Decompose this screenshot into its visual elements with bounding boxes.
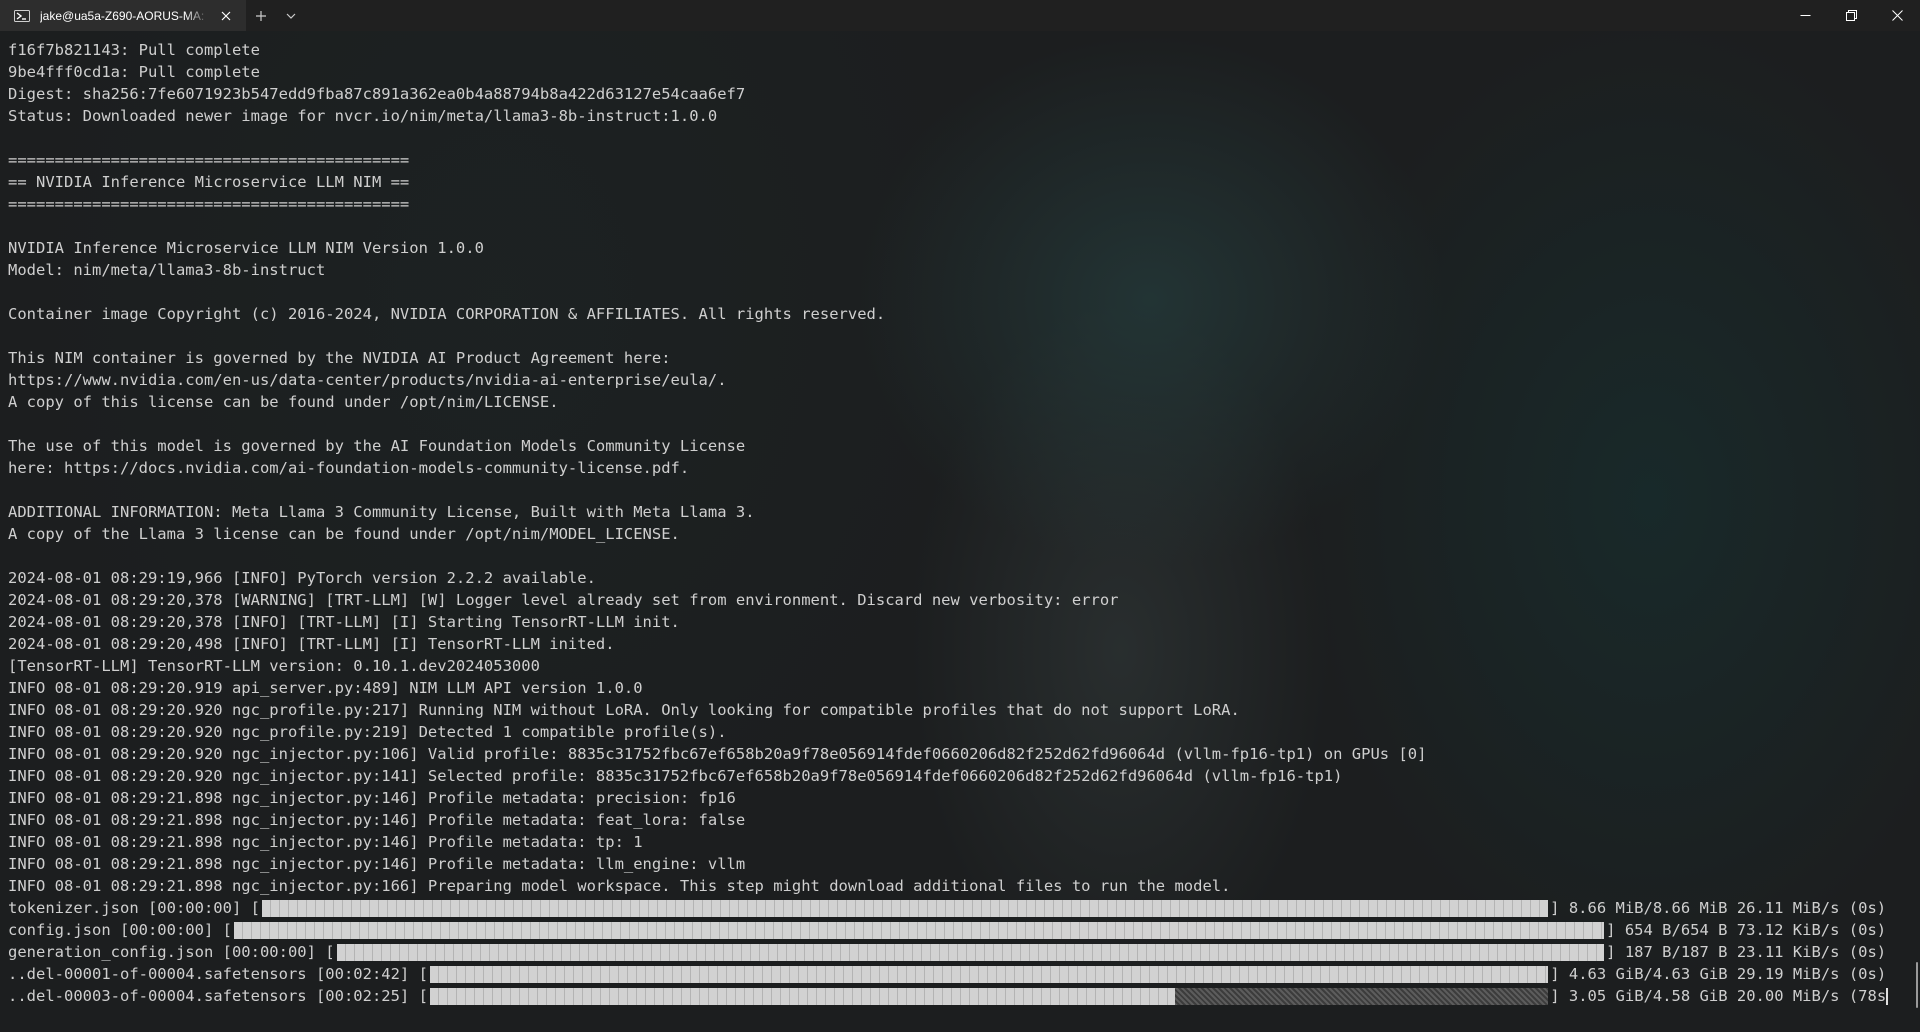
terminal-line: INFO 08-01 08:29:20.919 api_server.py:48… <box>8 679 643 697</box>
title-bar-drag-area[interactable] <box>306 0 1782 31</box>
download-progress-bar <box>233 921 1605 939</box>
restore-button[interactable] <box>1828 0 1874 31</box>
download-name: generation_config.json [00:00:00] <box>8 943 316 961</box>
terminal-line: INFO 08-01 08:29:21.898 ngc_injector.py:… <box>8 877 1231 895</box>
terminal-line: 9be4fff0cd1a: Pull complete <box>8 63 260 81</box>
title-bar: jake@ua5a-Z690-AORUS-MA: <box>0 0 1920 31</box>
terminal-line: 2024-08-01 08:29:19,966 [INFO] PyTorch v… <box>8 569 596 587</box>
close-tab-icon[interactable] <box>216 6 236 26</box>
download-row: config.json [00:00:00] [] 654 B/654 B 73… <box>8 919 1912 941</box>
download-progress-bar <box>261 899 1549 917</box>
terminal-line: INFO 08-01 08:29:21.898 ngc_injector.py:… <box>8 855 746 873</box>
download-stats: 4.63 GiB/4.63 GiB 29.19 MiB/s (0s) <box>1568 965 1887 983</box>
progress-bracket-close: ] <box>1550 965 1569 983</box>
restore-icon <box>1845 10 1857 21</box>
terminal-line: ADDITIONAL INFORMATION: Meta Llama 3 Com… <box>8 503 755 521</box>
download-stats: 654 B/654 B 73.12 KiB/s (0s) <box>1624 921 1887 939</box>
terminal-line: INFO 08-01 08:29:20.920 ngc_profile.py:2… <box>8 723 727 741</box>
download-row: generation_config.json [00:00:00] [] 187… <box>8 941 1912 963</box>
progress-fill <box>336 943 1605 961</box>
terminal-line: here: https://docs.nvidia.com/ai-foundat… <box>8 459 690 477</box>
tab-title: jake@ua5a-Z690-AORUS-MA: <box>40 8 205 23</box>
tab-dropdown-button[interactable] <box>276 0 306 31</box>
close-window-button[interactable] <box>1874 0 1920 31</box>
progress-bracket-open: [ <box>241 899 260 917</box>
download-name: ..del-00001-of-00004.safetensors [00:02:… <box>8 965 410 983</box>
download-row: ..del-00003-of-00004.safetensors [00:02:… <box>8 985 1912 1007</box>
terminal-line: 2024-08-01 08:29:20,498 [INFO] [TRT-LLM]… <box>8 635 615 653</box>
download-name: tokenizer.json [00:00:00] <box>8 899 242 917</box>
terminal-line: 2024-08-01 08:29:20,378 [INFO] [TRT-LLM]… <box>8 613 680 631</box>
terminal-line: f16f7b821143: Pull complete <box>8 41 260 59</box>
terminal-line: INFO 08-01 08:29:21.898 ngc_injector.py:… <box>8 811 746 829</box>
progress-bracket-close: ] <box>1550 899 1569 917</box>
download-progress-bar <box>429 987 1549 1005</box>
download-row: tokenizer.json [00:00:00] [] 8.66 MiB/8.… <box>8 897 1912 919</box>
terminal-line: INFO 08-01 08:29:21.898 ngc_injector.py:… <box>8 833 643 851</box>
download-row: ..del-00001-of-00004.safetensors [00:02:… <box>8 963 1912 985</box>
progress-bracket-open: [ <box>213 921 232 939</box>
download-stats: 3.05 GiB/4.58 GiB 20.00 MiB/s (78s <box>1568 987 1887 1005</box>
progress-bracket-close: ] <box>1606 943 1625 961</box>
download-progress-bar <box>429 965 1549 983</box>
powershell-icon <box>14 9 30 22</box>
terminal-line: INFO 08-01 08:29:20.920 ngc_profile.py:2… <box>8 701 1240 719</box>
terminal-line: INFO 08-01 08:29:20.920 ngc_injector.py:… <box>8 767 1343 785</box>
plus-icon <box>256 10 266 21</box>
download-stats: 8.66 MiB/8.66 MiB 26.11 MiB/s (0s) <box>1568 899 1887 917</box>
progress-fill <box>261 899 1549 917</box>
terminal-line: [TensorRT-LLM] TensorRT-LLM version: 0.1… <box>8 657 540 675</box>
progress-bracket-close: ] <box>1550 987 1569 1005</box>
download-stats: 187 B/187 B 23.11 KiB/s (0s) <box>1624 943 1887 961</box>
chevron-down-icon <box>286 13 296 19</box>
terminal-line: https://www.nvidia.com/en-us/data-center… <box>8 371 727 389</box>
terminal-line: Container image Copyright (c) 2016-2024,… <box>8 305 886 323</box>
terminal-line: Status: Downloaded newer image for nvcr.… <box>8 107 718 125</box>
download-progress-bar <box>336 943 1605 961</box>
download-name: ..del-00003-of-00004.safetensors [00:02:… <box>8 987 410 1005</box>
text-cursor <box>1886 987 1889 1005</box>
terminal-line: Digest: sha256:7fe6071923b547edd9fba87c8… <box>8 85 746 103</box>
progress-fill <box>429 987 1175 1005</box>
progress-bracket-open: [ <box>315 943 335 961</box>
terminal-line: == NVIDIA Inference Microservice LLM NIM… <box>8 173 410 191</box>
minimize-button[interactable] <box>1782 0 1828 31</box>
progress-fill <box>429 965 1549 983</box>
progress-fill <box>233 921 1605 939</box>
progress-remaining <box>1174 987 1549 1005</box>
download-name: config.json [00:00:00] <box>8 921 214 939</box>
terminal-line: The use of this model is governed by the… <box>8 437 746 455</box>
terminal-line: A copy of the Llama 3 license can be fou… <box>8 525 680 543</box>
terminal-line: 2024-08-01 08:29:20,378 [WARNING] [TRT-L… <box>8 591 1119 609</box>
terminal-line: Model: nim/meta/llama3-8b-instruct <box>8 261 326 279</box>
terminal-line: NVIDIA Inference Microservice LLM NIM Ve… <box>8 239 484 257</box>
terminal-line: A copy of this license can be found unde… <box>8 393 559 411</box>
new-tab-button[interactable] <box>246 0 276 31</box>
terminal-tab[interactable]: jake@ua5a-Z690-AORUS-MA: <box>0 0 246 31</box>
minimize-icon <box>1800 15 1810 16</box>
terminal-window: jake@ua5a-Z690-AORUS-MA: f16f7b821143: P… <box>0 0 1920 1032</box>
close-icon <box>1891 10 1903 21</box>
terminal-line: ========================================… <box>8 151 410 169</box>
terminal-line: ========================================… <box>8 195 410 213</box>
terminal-line: INFO 08-01 08:29:20.920 ngc_injector.py:… <box>8 745 1427 763</box>
terminal-output[interactable]: f16f7b821143: Pull complete 9be4fff0cd1a:… <box>8 39 1912 1029</box>
progress-bracket-close: ] <box>1606 921 1625 939</box>
scrollbar-thumb[interactable] <box>1916 962 1918 1008</box>
terminal-line: This NIM container is governed by the NV… <box>8 349 671 367</box>
terminal-line: INFO 08-01 08:29:21.898 ngc_injector.py:… <box>8 789 736 807</box>
progress-bracket-open: [ <box>409 987 428 1005</box>
progress-bracket-open: [ <box>409 965 428 983</box>
